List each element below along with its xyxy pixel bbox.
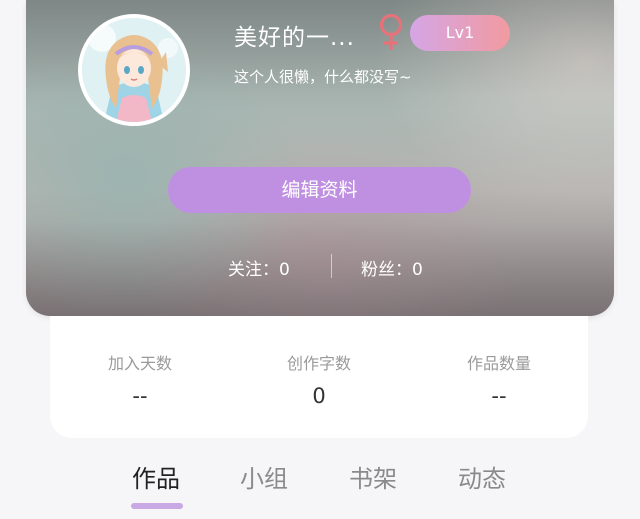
follow-stats: 关注：0 粉丝：0 — [26, 252, 614, 280]
content-tabs: 作品 小组 书架 动态 — [0, 452, 640, 519]
avatar-illustration — [82, 18, 186, 122]
stat-works-count: 作品数量 -- — [429, 350, 569, 408]
tab-groups[interactable]: 小组 — [240, 459, 288, 494]
stat-value: -- — [491, 384, 507, 408]
stat-word-count: 创作字数 0 — [249, 350, 389, 408]
divider — [331, 254, 332, 278]
stat-label: 加入天数 — [107, 354, 172, 373]
stats-card: 加入天数 -- 创作字数 0 作品数量 -- — [50, 316, 588, 438]
female-icon — [379, 13, 403, 50]
profile-page: 美好的一... Lv1 这个人很懒，什么都没写~ 编辑资料 关注：0 粉丝：0 … — [0, 0, 640, 519]
active-tab-indicator — [131, 503, 183, 509]
fans-count[interactable]: 粉丝：0 — [361, 255, 423, 280]
tab-bookshelf[interactable]: 书架 — [349, 459, 397, 494]
following-count[interactable]: 关注：0 — [228, 255, 290, 280]
stat-value: 0 — [312, 384, 326, 408]
profile-header: 美好的一... Lv1 这个人很懒，什么都没写~ 编辑资料 关注：0 粉丝：0 — [26, 0, 614, 316]
tab-works[interactable]: 作品 — [132, 459, 180, 494]
avatar[interactable] — [78, 14, 190, 126]
tab-activity[interactable]: 动态 — [458, 459, 506, 494]
stat-label: 作品数量 — [466, 354, 531, 373]
nickname: 美好的一... — [234, 25, 355, 51]
level-badge: Lv1 — [410, 15, 510, 51]
stat-value: -- — [132, 384, 148, 408]
stat-join-days: 加入天数 -- — [70, 350, 210, 408]
stat-label: 创作字数 — [286, 354, 351, 373]
edit-profile-button[interactable]: 编辑资料 — [168, 167, 471, 213]
bio-text: 这个人很懒，什么都没写~ — [234, 68, 412, 86]
